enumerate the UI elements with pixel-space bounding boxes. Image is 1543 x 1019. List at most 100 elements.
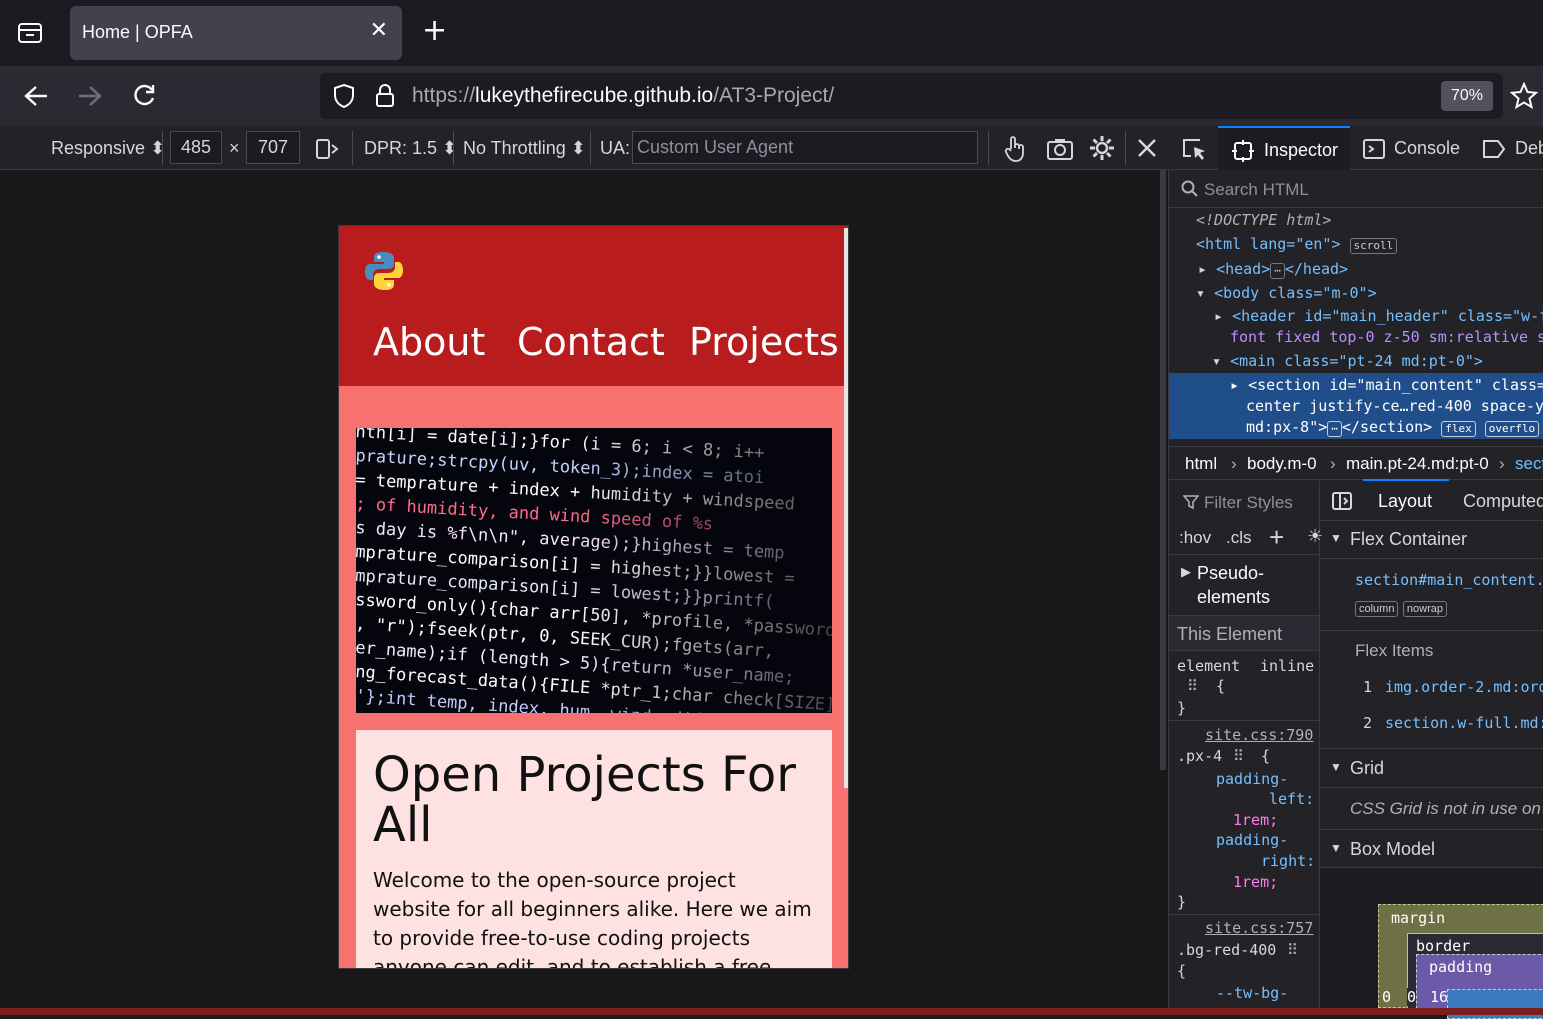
browser-tab[interactable]: Home | OPFA ✕	[70, 6, 402, 60]
tab-layout[interactable]: Layout	[1378, 491, 1432, 512]
shield-icon[interactable]	[332, 83, 356, 109]
rdm-viewport-area: About Contact Projects nth[i] = date[i];…	[0, 170, 1168, 1008]
flex-item[interactable]: img.order-2.md:ord	[1385, 678, 1543, 696]
touch-simulation-icon[interactable]	[1002, 135, 1028, 163]
tree-head[interactable]: ▸ <head> ⋯ </head>	[1198, 260, 1348, 279]
close-icon[interactable]: ✕	[370, 18, 388, 43]
margin-value[interactable]: 0	[1382, 988, 1391, 1006]
ellipsis-badge[interactable]: ⋯	[1327, 421, 1342, 437]
nav-link-contact[interactable]: Contact	[517, 320, 665, 364]
pseudo-elements-header[interactable]: Pseudo-	[1197, 563, 1264, 584]
collapse-triangle-icon[interactable]: ▼	[1330, 760, 1342, 774]
tab-list-icon[interactable]	[16, 20, 44, 46]
viewport-scrollbar[interactable]	[844, 228, 848, 788]
ellipsis-badge[interactable]: ⋯	[1270, 263, 1285, 279]
screenshot-icon[interactable]	[1046, 137, 1074, 161]
rule-source-link[interactable]: site.css:790	[1205, 726, 1313, 744]
border-value[interactable]: 0	[1407, 988, 1417, 1006]
devtools-inspector-panel: Search HTML <!DOCTYPE html> <html lang="…	[1168, 170, 1543, 1019]
grid-note: CSS Grid is not in use on	[1350, 799, 1541, 818]
tree-html[interactable]: <html lang="en"> scroll	[1196, 235, 1398, 254]
forward-icon[interactable]	[76, 84, 104, 108]
padding-value[interactable]: 16	[1430, 988, 1448, 1006]
devtools-splitter[interactable]	[1160, 170, 1166, 770]
close-brace: }	[1177, 893, 1187, 911]
scroll-badge[interactable]: scroll	[1349, 238, 1398, 254]
css-property[interactable]: padding-	[1216, 770, 1288, 788]
divider	[988, 131, 989, 165]
dpr-selector[interactable]: DPR: 1.5 ⬍	[364, 138, 457, 159]
breadcrumb-item[interactable]: body.m-0	[1247, 454, 1317, 474]
margin-label: margin	[1391, 909, 1446, 927]
tree-doctype[interactable]: <!DOCTYPE html>	[1196, 211, 1331, 229]
search-html-input[interactable]: Search HTML	[1204, 180, 1309, 200]
css-property[interactable]: left:	[1269, 790, 1314, 808]
collapse-triangle-icon[interactable]: ▼	[1330, 531, 1342, 545]
drag-grid-icon[interactable]: ⠿	[1233, 747, 1244, 765]
css-property[interactable]: --tw-bg-	[1216, 984, 1288, 1002]
zoom-level-badge[interactable]: 70%	[1441, 81, 1493, 111]
flex-container-header[interactable]: Flex Container	[1350, 529, 1467, 550]
css-property[interactable]: right:	[1261, 852, 1315, 870]
url-text[interactable]: https://lukeythefirecube.github.io/AT3-P…	[412, 84, 834, 108]
add-rule-icon[interactable]: +	[1269, 522, 1284, 553]
flex-badge[interactable]: flex	[1441, 421, 1476, 437]
grid-header[interactable]: Grid	[1350, 758, 1384, 779]
css-value[interactable]: 1rem;	[1233, 873, 1278, 891]
overflow-badge[interactable]: overflo	[1484, 421, 1540, 437]
element-picker-icon[interactable]	[1180, 136, 1208, 162]
tree-header[interactable]: ▸ <header id="main_header" class="w-f	[1214, 307, 1543, 325]
breadcrumb-item[interactable]: html	[1185, 454, 1217, 474]
nav-link-projects[interactable]: Projects	[689, 320, 839, 364]
pseudo-elements-header-2[interactable]: elements	[1197, 587, 1270, 608]
this-element-header: This Element	[1169, 615, 1319, 651]
box-model-header[interactable]: Box Model	[1350, 839, 1435, 860]
back-icon[interactable]	[22, 84, 50, 108]
tab-computed[interactable]: Computed	[1463, 491, 1543, 512]
reload-icon[interactable]	[130, 82, 158, 110]
box-model-border[interactable]: border padding	[1407, 933, 1543, 1019]
css-property[interactable]: padding-	[1216, 831, 1288, 849]
collapse-triangle-icon[interactable]: ▼	[1330, 841, 1342, 855]
box-model-margin[interactable]: margin border padding 0 0 16	[1378, 904, 1543, 1019]
tree-body[interactable]: ▾ <body class="m-0">	[1196, 284, 1377, 302]
python-logo-icon[interactable]	[363, 250, 405, 292]
hov-toggle[interactable]: :hov	[1179, 528, 1211, 548]
tab-console[interactable]: Console	[1362, 126, 1472, 170]
settings-gear-icon[interactable]	[1089, 135, 1115, 161]
bookmark-star-icon[interactable]	[1510, 82, 1538, 110]
new-tab-button[interactable]: +	[422, 16, 447, 46]
expand-triangle-icon[interactable]: ▶	[1181, 564, 1191, 580]
tab-inspector[interactable]: Inspector	[1218, 126, 1350, 170]
cls-toggle[interactable]: .cls	[1226, 528, 1252, 548]
flex-container-selector[interactable]: section#main_content.	[1355, 571, 1543, 589]
filter-styles-input[interactable]: Filter Styles	[1204, 493, 1293, 513]
user-agent-input[interactable]: Custom User Agent	[632, 131, 978, 164]
throttling-selector[interactable]: No Throttling ⬍	[463, 138, 586, 159]
viewport-height-input[interactable]: 707	[246, 131, 300, 164]
toggle-sidebar-icon[interactable]	[1332, 492, 1352, 510]
dpr-label: DPR: 1.5	[364, 138, 438, 158]
drag-grid-icon[interactable]: ⠿	[1287, 941, 1298, 959]
nav-link-about[interactable]: About	[373, 320, 485, 364]
open-brace: {	[1261, 747, 1271, 765]
simulated-device-viewport[interactable]: About Contact Projects nth[i] = date[i];…	[338, 225, 849, 969]
light-dark-toggle-icon[interactable]: ☀	[1307, 526, 1323, 547]
rule-source-link[interactable]: site.css:757	[1205, 919, 1313, 937]
lock-icon[interactable]	[374, 83, 396, 109]
viewport-width-input[interactable]: 485	[170, 131, 222, 164]
rotate-viewport-icon[interactable]	[314, 137, 340, 161]
rule-selector[interactable]: .bg-red-400	[1177, 941, 1276, 959]
breadcrumb-item[interactable]: main.pt-24.md:pt-0	[1346, 454, 1489, 474]
url-bar[interactable]: https://lukeythefirecube.github.io/AT3-P…	[320, 73, 1503, 119]
css-value[interactable]: 1rem;	[1233, 811, 1278, 829]
tab-debugger[interactable]: Deb	[1482, 126, 1543, 170]
drag-grid-icon[interactable]: ⠿	[1187, 677, 1198, 695]
rule-selector[interactable]: .px-4	[1177, 747, 1222, 765]
flex-item[interactable]: section.w-full.md:	[1385, 714, 1543, 732]
tab-label: Console	[1394, 138, 1461, 158]
device-selector[interactable]: Responsive ⬍	[51, 138, 165, 159]
close-rdm-icon[interactable]	[1136, 137, 1158, 159]
tree-main[interactable]: ▾ <main class="pt-24 md:pt-0">	[1212, 352, 1483, 370]
breadcrumb-item[interactable]: sect	[1515, 454, 1543, 474]
